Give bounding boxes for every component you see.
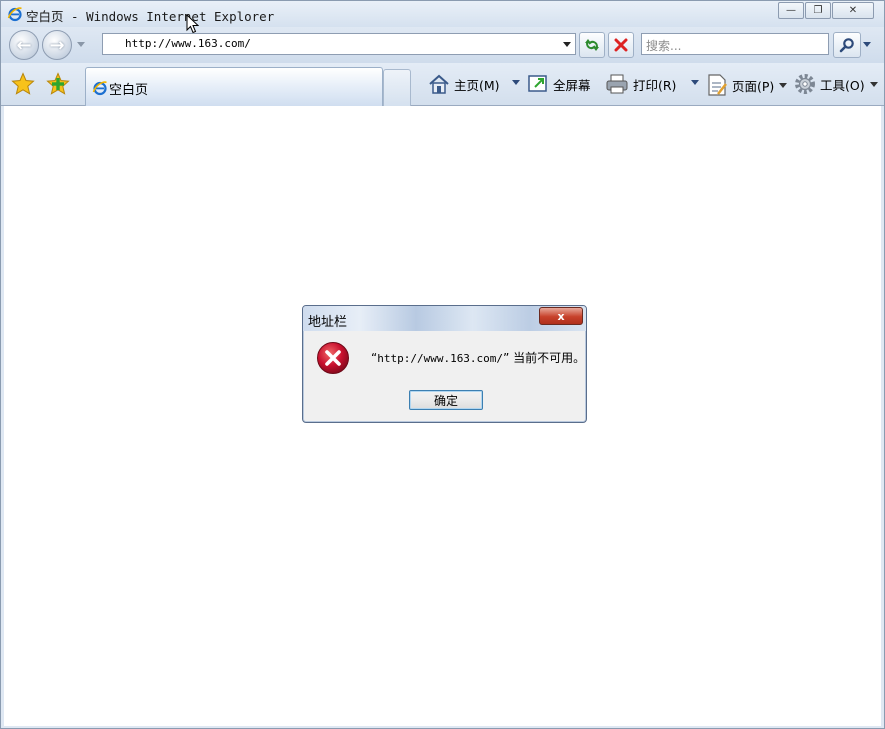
window-title: 空白页 - Windows Internet Explorer <box>26 9 275 24</box>
address-url[interactable]: http://www.163.com/ <box>125 37 251 50</box>
home-button[interactable]: 主页(M) <box>428 73 500 95</box>
fullscreen-label: 全屏幕 <box>553 77 591 93</box>
error-icon <box>316 341 350 378</box>
search-options-dropdown-icon[interactable] <box>863 42 871 47</box>
print-button[interactable]: 打印(R) <box>605 73 676 95</box>
forward-button[interactable]: → <box>42 30 72 60</box>
dialog-body: “http://www.163.com/” 当前不可用。 确定 <box>305 331 585 419</box>
home-dropdown[interactable] <box>512 80 520 85</box>
minimize-button[interactable]: — <box>778 2 804 19</box>
print-dropdown-icon <box>691 80 699 85</box>
history-dropdown-icon[interactable] <box>77 42 85 47</box>
print-dropdown[interactable] <box>691 80 699 85</box>
close-window-button[interactable]: ✕ <box>832 2 874 19</box>
message-text: ” 当前不可用。 <box>503 351 586 365</box>
back-button[interactable]: ← <box>9 30 39 60</box>
dialog-title: 地址栏 <box>308 315 348 330</box>
tools-dropdown-icon <box>869 81 878 87</box>
title-bar: 空白页 - Windows Internet Explorer — ❐ ✕ <box>1 1 884 27</box>
refresh-icon <box>585 39 599 51</box>
page-icon <box>708 74 727 96</box>
refresh-button[interactable] <box>579 32 605 58</box>
back-arrow-icon: ← <box>16 34 32 56</box>
mouse-cursor-icon <box>186 13 200 37</box>
dialog-message: “http://www.163.com/” 当前不可用。 <box>371 349 585 366</box>
favorites-star-icon[interactable] <box>11 72 35 99</box>
tools-menu-label: 工具(O) <box>820 77 865 93</box>
forward-arrow-icon: → <box>49 34 65 56</box>
address-bar-error-dialog: 地址栏 x “http://www.163.com/” 当前不可用。 确定 <box>302 305 587 423</box>
add-favorites-icon[interactable] <box>46 72 70 99</box>
tab-label: 空白页 <box>109 83 149 98</box>
home-icon <box>429 74 449 94</box>
gear-icon <box>795 74 815 94</box>
stop-icon <box>614 38 628 52</box>
search-button[interactable] <box>833 32 861 58</box>
tab-blank-page[interactable]: 空白页 <box>85 67 383 106</box>
stop-button[interactable] <box>608 32 634 58</box>
ie-logo-icon <box>7 6 23 25</box>
ok-button[interactable]: 确定 <box>409 390 483 410</box>
page-menu-label: 页面(P) <box>732 78 775 94</box>
tab-command-bar: 空白页 主页(M) 全屏幕 打印(R) 页面(P) 工具(O) <box>1 63 884 106</box>
address-bar[interactable]: http://www.163.com/ <box>102 33 576 55</box>
tools-menu-button[interactable]: 工具(O) <box>794 73 878 95</box>
fullscreen-icon <box>528 75 547 92</box>
fullscreen-button[interactable]: 全屏幕 <box>527 73 591 95</box>
search-placeholder: 搜索... <box>646 39 682 53</box>
restore-button[interactable]: ❐ <box>805 2 831 19</box>
search-input[interactable]: 搜索... <box>641 33 829 55</box>
dialog-close-button[interactable]: x <box>539 307 583 325</box>
address-dropdown-icon[interactable] <box>563 42 571 47</box>
message-url: http://www.163.com/ <box>377 352 504 365</box>
navigation-bar: ← → http://www.163.com/ 搜索... <box>1 27 884 63</box>
new-tab-button[interactable] <box>383 69 411 106</box>
home-dropdown-icon <box>512 80 520 85</box>
browser-window: 空白页 - Windows Internet Explorer — ❐ ✕ ← … <box>0 0 885 729</box>
page-menu-button[interactable]: 页面(P) <box>706 73 788 97</box>
home-label: 主页(M) <box>454 77 500 93</box>
page-dropdown-icon <box>779 82 788 88</box>
search-icon <box>839 38 854 53</box>
dialog-title-bar[interactable]: 地址栏 x <box>303 306 586 331</box>
ie-logo-icon <box>92 80 108 99</box>
printer-icon <box>606 74 628 94</box>
print-label: 打印(R) <box>633 77 677 93</box>
